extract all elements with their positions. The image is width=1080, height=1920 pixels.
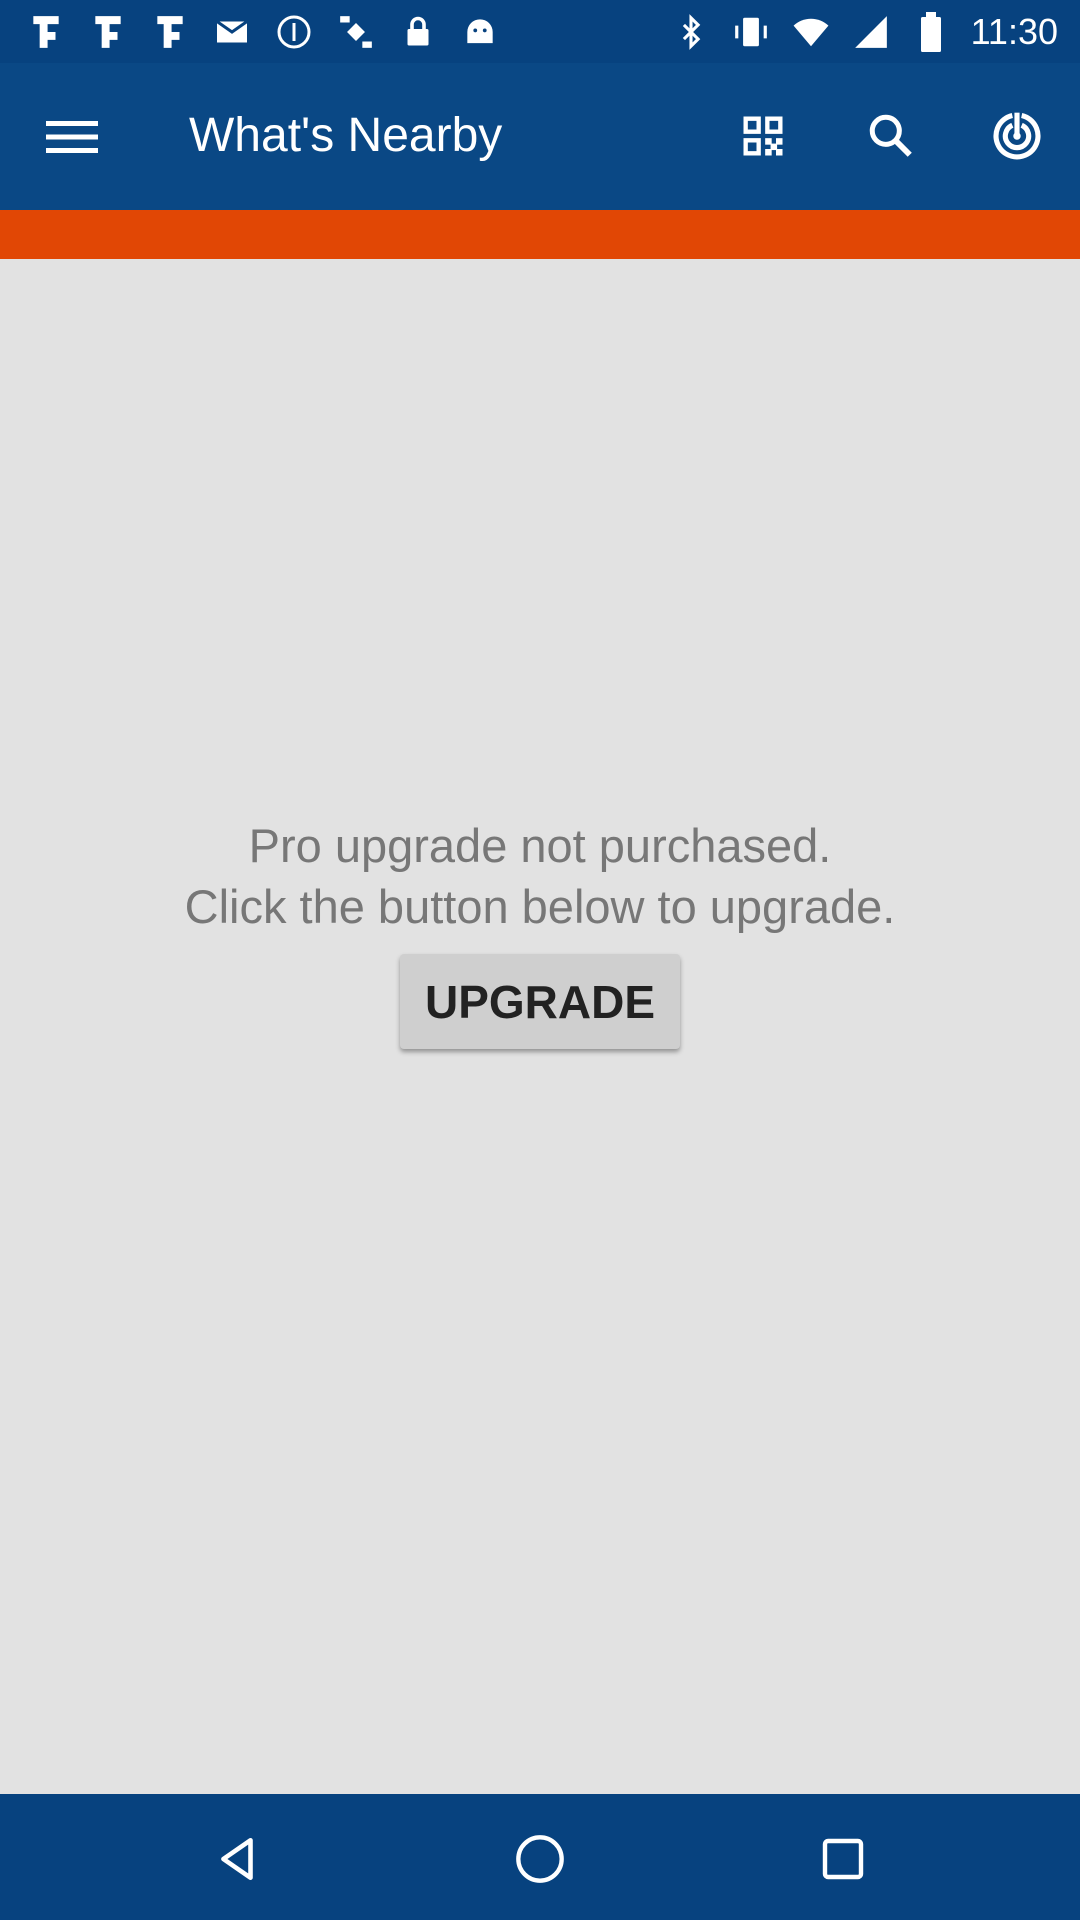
search-button[interactable] (859, 104, 923, 168)
app-bar: What's Nearby (0, 63, 1080, 210)
page-title: What's Nearby (189, 109, 503, 162)
accent-strip (0, 210, 1080, 259)
gmail-icon (212, 12, 252, 52)
home-icon (516, 1835, 564, 1883)
menu-button[interactable] (42, 109, 102, 165)
signal-icon (851, 12, 891, 52)
lock-icon (398, 12, 438, 52)
qr-code-button[interactable] (731, 104, 795, 168)
search-icon (869, 114, 912, 157)
main-content: Pro upgrade not purchased. Click the but… (0, 259, 1080, 1794)
notification-app-icon (26, 12, 66, 52)
status-right-icons: 11:30 (671, 0, 1058, 63)
upgrade-button[interactable]: UPGRADE (400, 954, 680, 1049)
upgrade-message: Pro upgrade not purchased. Click the but… (0, 815, 1080, 937)
fake-gps-icon (336, 12, 376, 52)
info-icon (274, 12, 314, 52)
battery-icon (911, 11, 951, 52)
wifi-icon (791, 12, 831, 52)
status-left-icons (26, 0, 500, 63)
navigation-bar (0, 1794, 1080, 1920)
home-button[interactable] (505, 1824, 575, 1894)
status-bar: 11:30 (0, 0, 1080, 63)
back-icon (221, 1837, 253, 1881)
hamburger-menu-icon (46, 121, 98, 153)
qr-code-icon (743, 116, 783, 156)
recents-icon (822, 1838, 864, 1880)
status-time: 11:30 (970, 10, 1058, 52)
bluetooth-icon (671, 12, 711, 52)
notification-app-icon (150, 12, 190, 52)
recents-button[interactable] (808, 1824, 878, 1894)
vibrate-icon (731, 12, 771, 52)
android-icon (460, 12, 500, 52)
message-line-2: Click the button below to upgrade. (184, 880, 896, 933)
message-line-1: Pro upgrade not purchased. (248, 819, 832, 872)
notification-app-icon (88, 12, 128, 52)
radar-icon (993, 112, 1041, 160)
radar-button[interactable] (985, 104, 1049, 168)
back-button[interactable] (203, 1824, 273, 1894)
